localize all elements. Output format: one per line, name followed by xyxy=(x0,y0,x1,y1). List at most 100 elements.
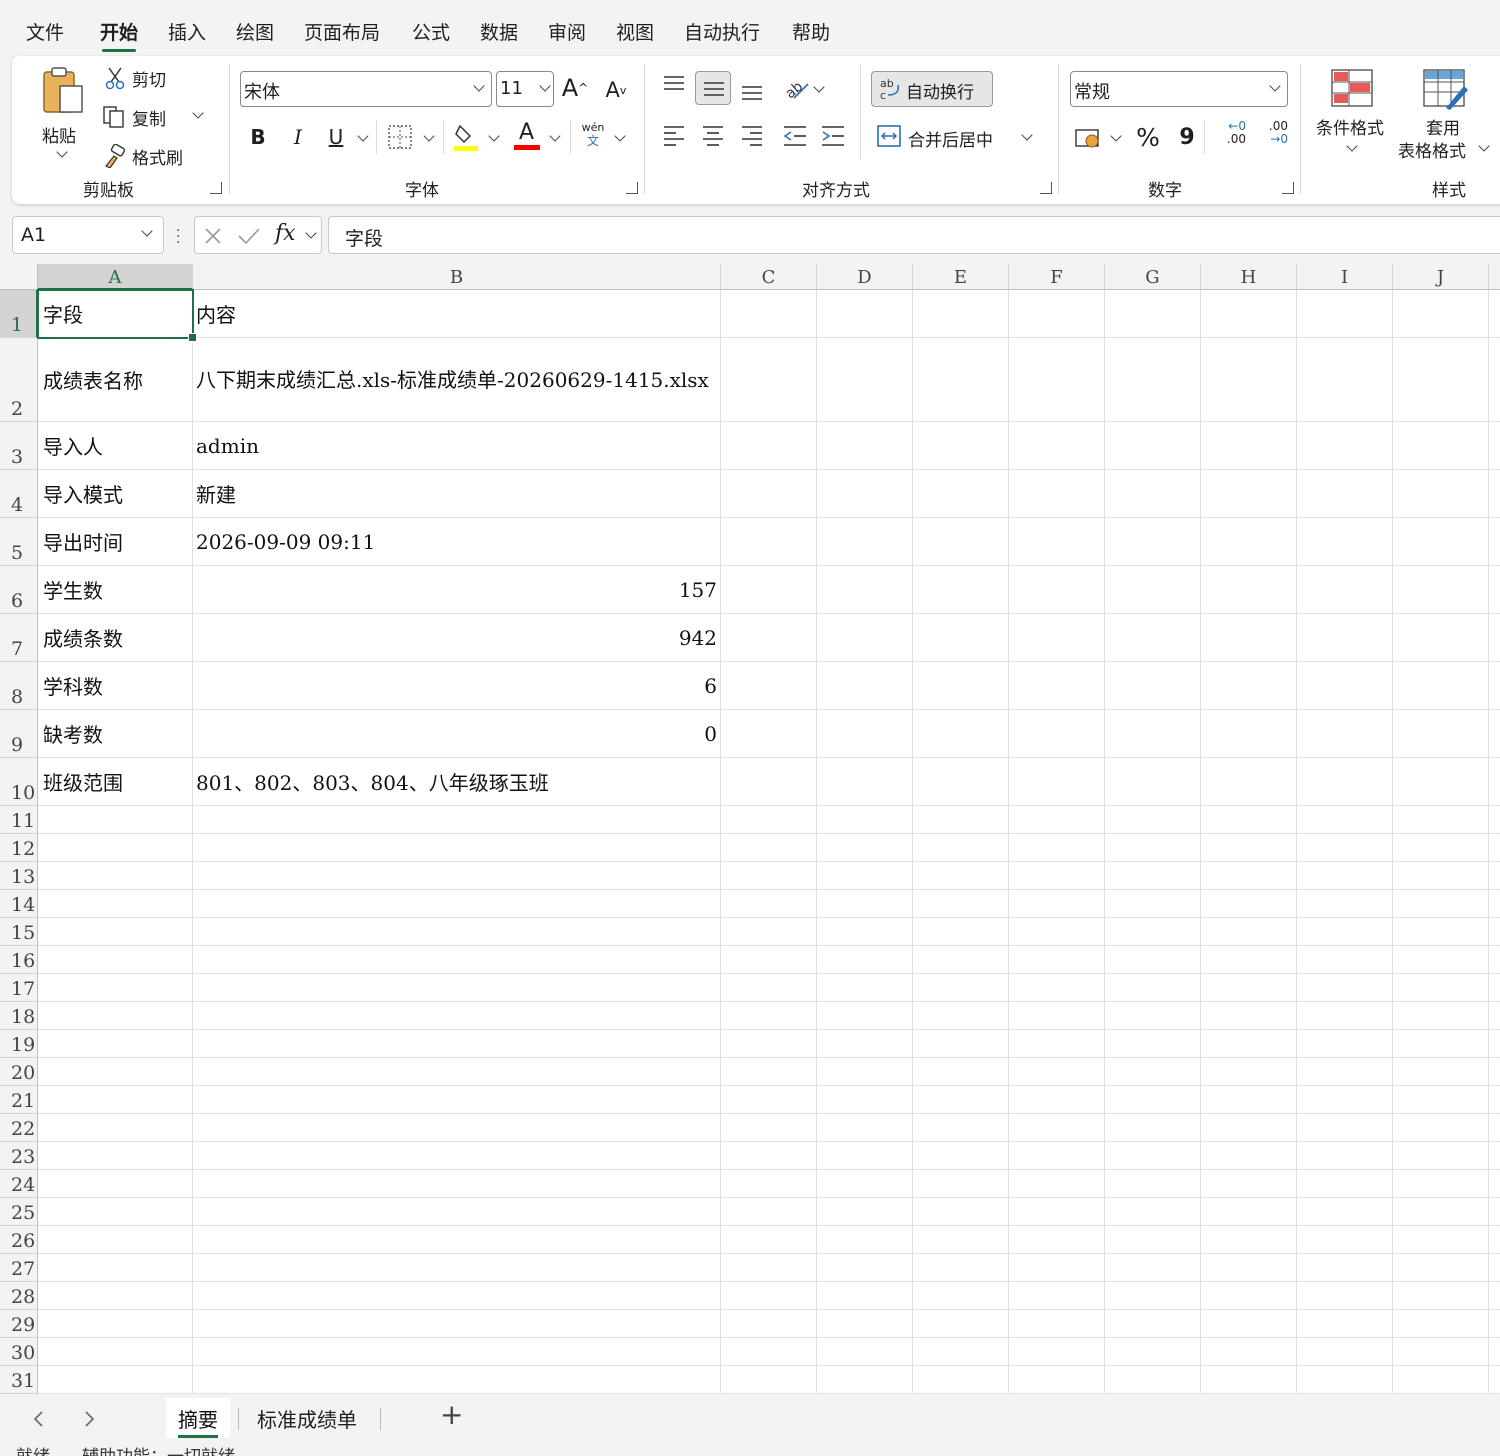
cell-j27[interactable] xyxy=(1393,1254,1489,1282)
tab-draw[interactable]: 绘图 xyxy=(236,18,274,45)
cell-d20[interactable] xyxy=(817,1058,913,1086)
cut-button[interactable]: 剪切 xyxy=(102,64,202,92)
column-header-e[interactable]: E xyxy=(913,264,1009,290)
cell-h7[interactable] xyxy=(1201,614,1297,662)
cell-c6[interactable] xyxy=(721,566,817,614)
cell-c21[interactable] xyxy=(721,1086,817,1114)
row-header[interactable]: 16 xyxy=(0,946,38,974)
cell-g25[interactable] xyxy=(1105,1198,1201,1226)
cell-a21[interactable] xyxy=(38,1086,193,1114)
cell-h11[interactable] xyxy=(1201,806,1297,834)
cell-c11[interactable] xyxy=(721,806,817,834)
cell-b9[interactable]: 0 xyxy=(193,710,721,758)
cell-c24[interactable] xyxy=(721,1170,817,1198)
chevron-left-icon[interactable] xyxy=(32,1410,46,1428)
cell-h25[interactable] xyxy=(1201,1198,1297,1226)
cell-h31[interactable] xyxy=(1201,1366,1297,1394)
cell-a26[interactable] xyxy=(38,1226,193,1254)
cell-i14[interactable] xyxy=(1297,890,1393,918)
cell-g10[interactable] xyxy=(1105,758,1201,806)
cell-k4[interactable] xyxy=(1489,470,1500,518)
decrease-indent-icon[interactable] xyxy=(782,124,808,148)
borders-icon[interactable] xyxy=(387,124,413,150)
cell-d9[interactable] xyxy=(817,710,913,758)
cell-k21[interactable] xyxy=(1489,1086,1500,1114)
font-color-icon[interactable]: A xyxy=(514,120,542,152)
cell-b30[interactable] xyxy=(193,1338,721,1366)
cell-e24[interactable] xyxy=(913,1170,1009,1198)
cell-a2[interactable]: 成绩表名称 xyxy=(38,338,193,422)
row-header[interactable]: 4 xyxy=(0,470,38,518)
cell-d6[interactable] xyxy=(817,566,913,614)
cell-k31[interactable] xyxy=(1489,1366,1500,1394)
cell-c10[interactable] xyxy=(721,758,817,806)
cell-g11[interactable] xyxy=(1105,806,1201,834)
cell-g31[interactable] xyxy=(1105,1366,1201,1394)
chevron-down-icon[interactable] xyxy=(305,227,317,239)
cell-f11[interactable] xyxy=(1009,806,1105,834)
cell-a27[interactable] xyxy=(38,1254,193,1282)
cell-f15[interactable] xyxy=(1009,918,1105,946)
cell-i5[interactable] xyxy=(1297,518,1393,566)
row-header[interactable]: 28 xyxy=(0,1282,38,1310)
cell-f5[interactable] xyxy=(1009,518,1105,566)
cell-f4[interactable] xyxy=(1009,470,1105,518)
cell-i17[interactable] xyxy=(1297,974,1393,1002)
cell-b23[interactable] xyxy=(193,1142,721,1170)
paste-dropdown-icon[interactable] xyxy=(56,146,68,158)
cell-e31[interactable] xyxy=(913,1366,1009,1394)
row-header[interactable]: 8 xyxy=(0,662,38,710)
cell-a12[interactable] xyxy=(38,834,193,862)
cell-c3[interactable] xyxy=(721,422,817,470)
cell-j14[interactable] xyxy=(1393,890,1489,918)
cell-g14[interactable] xyxy=(1105,890,1201,918)
cell-g4[interactable] xyxy=(1105,470,1201,518)
cell-f18[interactable] xyxy=(1009,1002,1105,1030)
cell-i2[interactable] xyxy=(1297,338,1393,422)
cell-k2[interactable] xyxy=(1489,338,1500,422)
align-center-icon[interactable] xyxy=(701,124,725,148)
cell-b12[interactable] xyxy=(193,834,721,862)
cell-i12[interactable] xyxy=(1297,834,1393,862)
cell-b14[interactable] xyxy=(193,890,721,918)
cell-g24[interactable] xyxy=(1105,1170,1201,1198)
cell-a18[interactable] xyxy=(38,1002,193,1030)
cell-g15[interactable] xyxy=(1105,918,1201,946)
select-all-corner[interactable] xyxy=(0,264,38,290)
cell-e16[interactable] xyxy=(913,946,1009,974)
cell-f2[interactable] xyxy=(1009,338,1105,422)
cell-f8[interactable] xyxy=(1009,662,1105,710)
cell-b1[interactable]: 内容 xyxy=(193,290,721,338)
cell-a14[interactable] xyxy=(38,890,193,918)
column-header-g[interactable]: G xyxy=(1105,264,1201,290)
cell-f29[interactable] xyxy=(1009,1310,1105,1338)
font-launcher-icon[interactable] xyxy=(626,182,638,194)
cell-f9[interactable] xyxy=(1009,710,1105,758)
cell-d4[interactable] xyxy=(817,470,913,518)
cell-c16[interactable] xyxy=(721,946,817,974)
row-header[interactable]: 6 xyxy=(0,566,38,614)
cell-c14[interactable] xyxy=(721,890,817,918)
cell-k30[interactable] xyxy=(1489,1338,1500,1366)
cell-c4[interactable] xyxy=(721,470,817,518)
cell-f28[interactable] xyxy=(1009,1282,1105,1310)
cell-h30[interactable] xyxy=(1201,1338,1297,1366)
align-left-icon[interactable] xyxy=(662,124,686,148)
cell-i26[interactable] xyxy=(1297,1226,1393,1254)
cell-j3[interactable] xyxy=(1393,422,1489,470)
cell-b25[interactable] xyxy=(193,1198,721,1226)
cell-d21[interactable] xyxy=(817,1086,913,1114)
cell-h22[interactable] xyxy=(1201,1114,1297,1142)
cell-i16[interactable] xyxy=(1297,946,1393,974)
cell-h23[interactable] xyxy=(1201,1142,1297,1170)
cell-d10[interactable] xyxy=(817,758,913,806)
cell-f12[interactable] xyxy=(1009,834,1105,862)
cell-b28[interactable] xyxy=(193,1282,721,1310)
borders-dropdown-icon[interactable] xyxy=(423,130,435,142)
cell-e4[interactable] xyxy=(913,470,1009,518)
cell-g30[interactable] xyxy=(1105,1338,1201,1366)
cell-e3[interactable] xyxy=(913,422,1009,470)
row-header[interactable]: 12 xyxy=(0,834,38,862)
cell-e19[interactable] xyxy=(913,1030,1009,1058)
copy-dropdown-icon[interactable] xyxy=(192,107,204,119)
